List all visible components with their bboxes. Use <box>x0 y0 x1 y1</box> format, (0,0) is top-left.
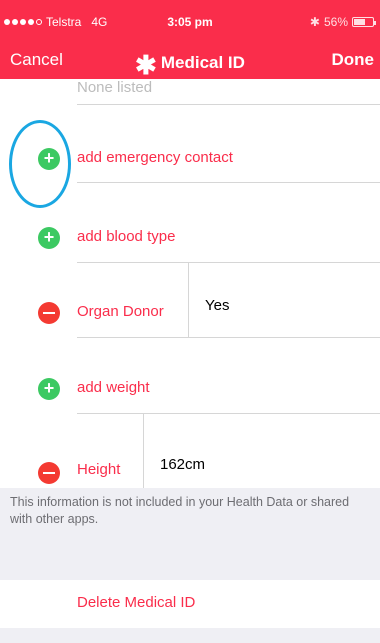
delete-medical-id-row[interactable]: Delete Medical ID <box>0 580 380 628</box>
footer-section: This information is not included in your… <box>0 488 380 643</box>
battery-percent: 56% <box>323 15 348 29</box>
divider <box>77 182 380 183</box>
navigation-bar: Cancel ✱ Medical ID Done <box>0 42 380 81</box>
battery-icon <box>352 17 376 27</box>
add-icon[interactable]: + <box>38 227 60 249</box>
add-weight-label[interactable]: add weight <box>77 379 150 396</box>
add-emergency-contact-label[interactable]: add emergency contact <box>77 149 233 166</box>
remove-icon[interactable] <box>38 462 60 484</box>
privacy-note: This information is not included in your… <box>10 495 350 526</box>
done-button[interactable]: Done <box>332 50 375 70</box>
remove-icon[interactable] <box>38 302 60 324</box>
divider <box>77 413 380 414</box>
asterisk-icon: ✱ <box>135 50 157 80</box>
organ-donor-value[interactable]: Yes <box>205 297 229 314</box>
organ-donor-label: Organ Donor <box>77 303 164 320</box>
column-divider <box>188 262 189 337</box>
page-title: ✱ Medical ID <box>0 50 380 81</box>
height-label: Height <box>77 461 121 478</box>
battery-info: ✱ 56% <box>309 15 376 29</box>
delete-medical-id-button[interactable]: Delete Medical ID <box>77 594 195 611</box>
highlight-circle-annotation <box>9 120 71 208</box>
divider <box>77 104 380 105</box>
height-value[interactable]: 162cm <box>160 456 205 473</box>
status-bar: Telstra 4G 3:05 pm ✱ 56% <box>0 0 380 42</box>
add-blood-type-label[interactable]: add blood type <box>77 228 175 245</box>
none-listed-text: None listed <box>77 79 153 96</box>
divider <box>77 337 380 338</box>
divider <box>77 262 380 263</box>
page-title-label: Medical ID <box>160 53 245 72</box>
bluetooth-icon: ✱ <box>309 15 320 29</box>
column-divider <box>143 413 144 488</box>
add-icon[interactable]: + <box>38 378 60 400</box>
